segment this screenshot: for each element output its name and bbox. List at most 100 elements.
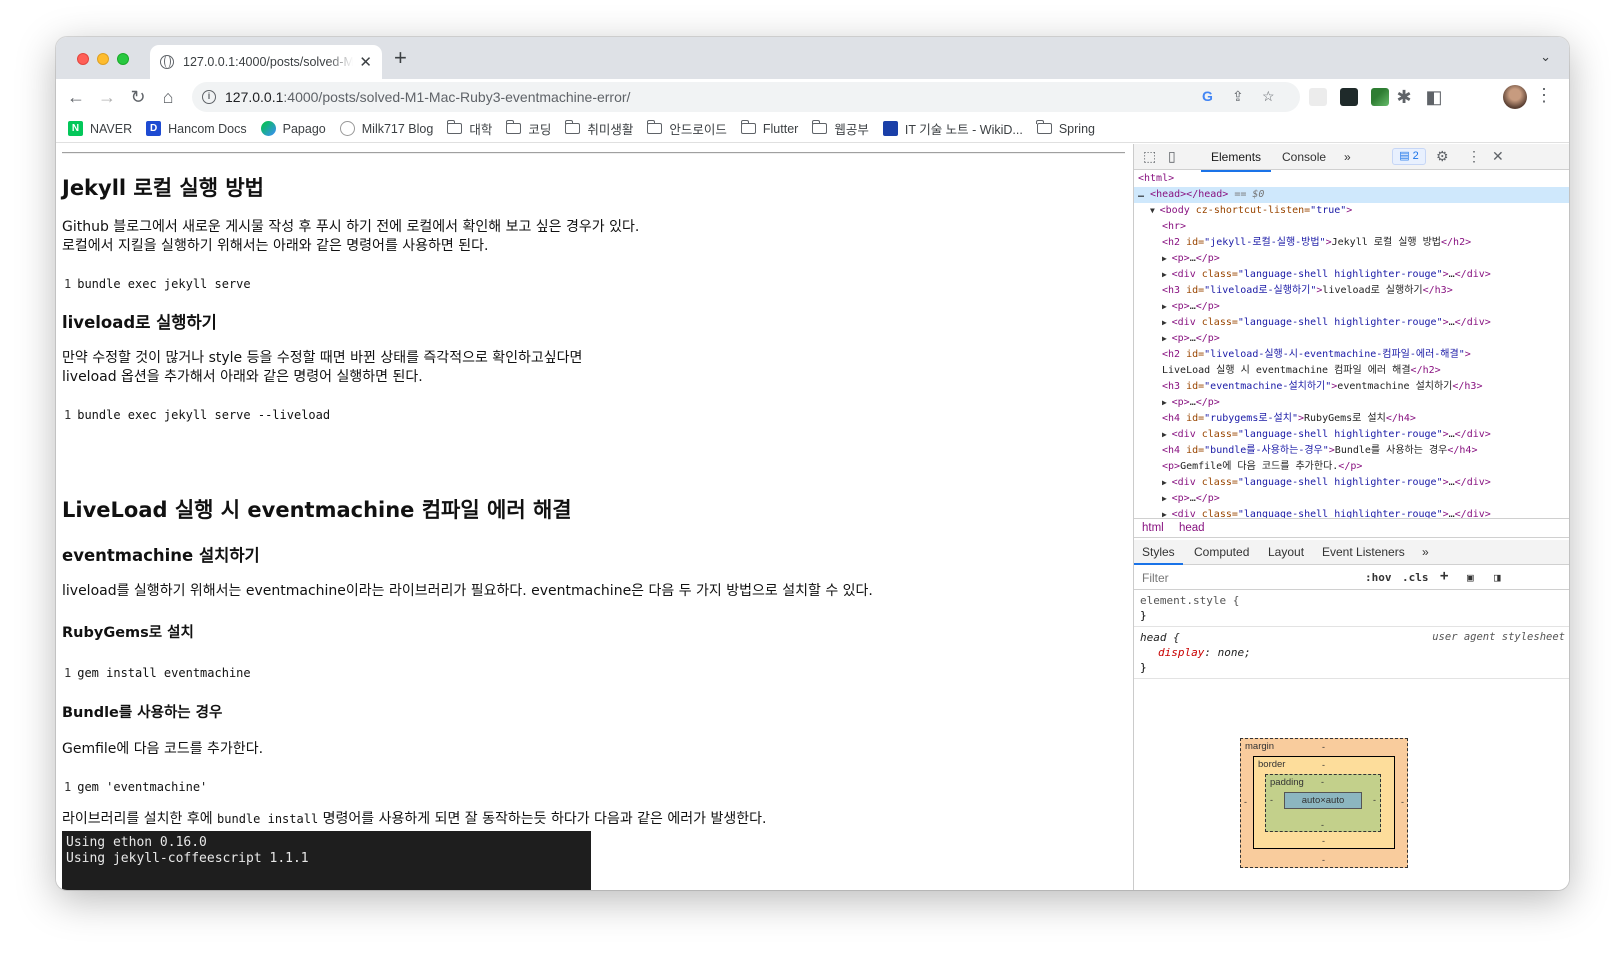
bookmark-folder-coding[interactable]: 코딩: [505, 119, 551, 138]
side-panel-icon[interactable]: ◧: [1422, 85, 1446, 109]
add-rule-icon[interactable]: +: [1440, 568, 1448, 584]
dom-node-line[interactable]: ▶ <p>…</p>: [1134, 395, 1569, 411]
wikidocs-icon: [882, 121, 898, 136]
dom-node-line[interactable]: ▶ <p>…</p>: [1134, 251, 1569, 267]
dom-node-line[interactable]: ▶ <div class="language-shell highlighter…: [1134, 315, 1569, 331]
devtools-menu-icon[interactable]: ⋮: [1467, 148, 1481, 165]
share-icon[interactable]: ⇪: [1232, 88, 1244, 105]
dom-node-line[interactable]: ▶ <div class="language-shell highlighter…: [1134, 475, 1569, 491]
inspect-element-icon[interactable]: ⬚: [1143, 148, 1156, 165]
google-translate-icon[interactable]: G: [1202, 88, 1213, 104]
home-icon[interactable]: ⌂: [156, 85, 180, 109]
rule-element-style[interactable]: element.style { }: [1134, 590, 1569, 627]
more-menu-icon[interactable]: ⋮: [1535, 85, 1553, 106]
dom-node-line[interactable]: ▶ <div class="language-shell highlighter…: [1134, 267, 1569, 283]
dom-node-line[interactable]: <h4 id="bundle를-사용하는-경우">Bundle를 사용하는 경우…: [1134, 443, 1569, 459]
dom-node-line[interactable]: ▼ <body cz-shortcut-listen="true">: [1134, 203, 1569, 219]
dom-node-line[interactable]: LiveLoad 실행 시 eventmachine 컴파일 에러 해결</h2…: [1134, 363, 1569, 379]
site-info-icon[interactable]: i: [202, 90, 216, 104]
close-window-button[interactable]: [77, 53, 89, 65]
box-model-margin: margin - - - - border - - padding - - - …: [1240, 738, 1408, 868]
dom-node-line[interactable]: … <head></head> == $0: [1134, 187, 1569, 203]
tab-console[interactable]: Console: [1282, 150, 1326, 164]
tab-layout[interactable]: Layout: [1268, 545, 1304, 559]
dom-end-tag: </h4>: [1385, 413, 1416, 424]
active-tab[interactable]: 127.0.0.1:4000/posts/solved-M1-Mac-Ruby3…: [150, 45, 382, 79]
dom-node-line[interactable]: ▶ <div class="language-shell highlighter…: [1134, 507, 1569, 518]
dom-text: RubyGems로 설치: [1304, 413, 1386, 424]
close-tab-icon[interactable]: ✕: [359, 53, 372, 71]
dom-node-line[interactable]: <html>: [1134, 171, 1569, 187]
settings-gear-icon[interactable]: ⚙: [1436, 148, 1449, 165]
minimize-window-button[interactable]: [97, 53, 109, 65]
device-toggle-icon[interactable]: ▯: [1168, 148, 1176, 165]
bookmark-papago[interactable]: Papago: [260, 121, 326, 136]
extension-blank-icon[interactable]: [1309, 88, 1327, 106]
bookmark-naver[interactable]: N NAVER: [68, 121, 132, 136]
dom-node-line[interactable]: ▶ <p>…</p>: [1134, 331, 1569, 347]
tab-elements[interactable]: Elements: [1200, 150, 1272, 172]
tab-search-chevron-icon[interactable]: ⌄: [1540, 49, 1551, 65]
bookmark-folder-spring[interactable]: Spring: [1036, 120, 1095, 136]
dom-node-line[interactable]: <h4 id="rubygems로-설치">RubyGems로 설치</h4>: [1134, 411, 1569, 427]
crumb-head[interactable]: head: [1179, 522, 1205, 534]
back-arrow-icon[interactable]: ←: [64, 85, 88, 109]
dom-end-tag: </p>: [1195, 493, 1220, 504]
tab-title: 127.0.0.1:4000/posts/solved-M1-Mac-Ruby3…: [183, 55, 354, 69]
bookmark-wikidocs[interactable]: IT 기술 노트 - WikiD...: [882, 119, 1023, 138]
bookmark-star-icon[interactable]: ☆: [1262, 88, 1275, 105]
cls-toggle[interactable]: .cls: [1402, 571, 1429, 584]
more-subtabs-icon[interactable]: »: [1422, 545, 1429, 559]
dom-node-line[interactable]: ▶ <p>…</p>: [1134, 299, 1569, 315]
dom-node-line[interactable]: <hr>: [1134, 219, 1569, 235]
bookmark-folder-web[interactable]: 웹공부: [811, 119, 869, 138]
computed-sidebar-icon[interactable]: ◨: [1494, 571, 1501, 584]
tab-computed[interactable]: Computed: [1194, 545, 1249, 559]
maximize-window-button[interactable]: [117, 53, 129, 65]
dom-node-line[interactable]: <h2 id="liveload-실행-시-eventmachine-컴파일-에…: [1134, 347, 1569, 363]
dom-text: Gemfile에 다음 코드를 추가한다.: [1180, 461, 1339, 472]
close-devtools-icon[interactable]: ✕: [1492, 148, 1504, 165]
dom-node-line[interactable]: ▶ <div class="language-shell highlighter…: [1134, 427, 1569, 443]
profile-avatar[interactable]: [1503, 85, 1527, 109]
more-tabs-icon[interactable]: »: [1344, 150, 1351, 164]
filter-input[interactable]: Filter: [1142, 571, 1169, 585]
code-block-1: 1 bundle exec jekyll serve: [64, 277, 251, 291]
tab-event-listeners[interactable]: Event Listeners: [1322, 545, 1405, 559]
dom-node-line[interactable]: <h3 id="eventmachine-설치하기">eventmachine …: [1134, 379, 1569, 395]
dom-node-line[interactable]: ▶ <p>…</p>: [1134, 491, 1569, 507]
extension-pen-icon[interactable]: [1371, 88, 1389, 106]
paint-icon[interactable]: ▣: [1467, 571, 1474, 584]
forward-arrow-icon[interactable]: →: [95, 85, 119, 109]
dom-attr-value: "liveload로-실행하기": [1204, 285, 1317, 296]
dom-tag: <h2: [1162, 349, 1181, 360]
bookmark-folder-hobby[interactable]: 취미생활: [564, 119, 633, 138]
extensions-puzzle-icon[interactable]: ✱: [1392, 85, 1416, 109]
bookmark-milk717[interactable]: Milk717 Blog: [339, 121, 433, 136]
address-bar[interactable]: i 127.0.0.1:4000/posts/solved-M1-Mac-Rub…: [192, 82, 1300, 112]
dom-tag: <p>: [1171, 333, 1190, 344]
bookmark-folder-android[interactable]: 안드로이드: [646, 119, 727, 138]
dom-attr-name: class=: [1195, 429, 1238, 440]
dom-node-line[interactable]: <h2 id="jekyll-로컬-실행-방법">Jekyll 로컬 실행 방법…: [1134, 235, 1569, 251]
bookmark-folder-univ[interactable]: 대학: [446, 119, 492, 138]
dom-node-line[interactable]: <p>Gemfile에 다음 코드를 추가한다.</p>: [1134, 459, 1569, 475]
dom-more-icon[interactable]: …: [1138, 189, 1150, 200]
browser-window: 127.0.0.1:4000/posts/solved-M1-Mac-Ruby3…: [56, 37, 1569, 890]
tab-styles[interactable]: Styles: [1134, 545, 1183, 565]
issues-badge[interactable]: ▤ 2: [1392, 148, 1426, 165]
bookmark-hancom[interactable]: D Hancom Docs: [146, 121, 247, 136]
hov-toggle[interactable]: :hov: [1365, 571, 1392, 584]
rule-head[interactable]: head { user agent stylesheet display: no…: [1134, 627, 1569, 679]
new-tab-button[interactable]: +: [394, 47, 407, 69]
dom-node-line[interactable]: <h3 id="liveload로-실행하기">liveload로 실행하기</…: [1134, 283, 1569, 299]
url-text[interactable]: 127.0.0.1:4000/posts/solved-M1-Mac-Ruby3…: [225, 89, 630, 105]
extension-dark-icon[interactable]: [1340, 88, 1358, 106]
crumb-html[interactable]: html: [1142, 522, 1164, 534]
reload-icon[interactable]: ↻: [126, 85, 150, 109]
code-block-4: 1 gem 'eventmachine': [64, 780, 208, 794]
paragraph-1b: 로컬에서 지킬을 실행하기 위해서는 아래와 같은 명령어를 사용하면 된다.: [62, 238, 489, 254]
paragraph-1a: Github 블로그에서 새로운 게시물 작성 후 푸시 하기 전에 로컬에서 …: [62, 219, 640, 235]
dom-text: liveload로 실행하기: [1322, 285, 1423, 296]
bookmark-folder-flutter[interactable]: Flutter: [740, 120, 798, 136]
